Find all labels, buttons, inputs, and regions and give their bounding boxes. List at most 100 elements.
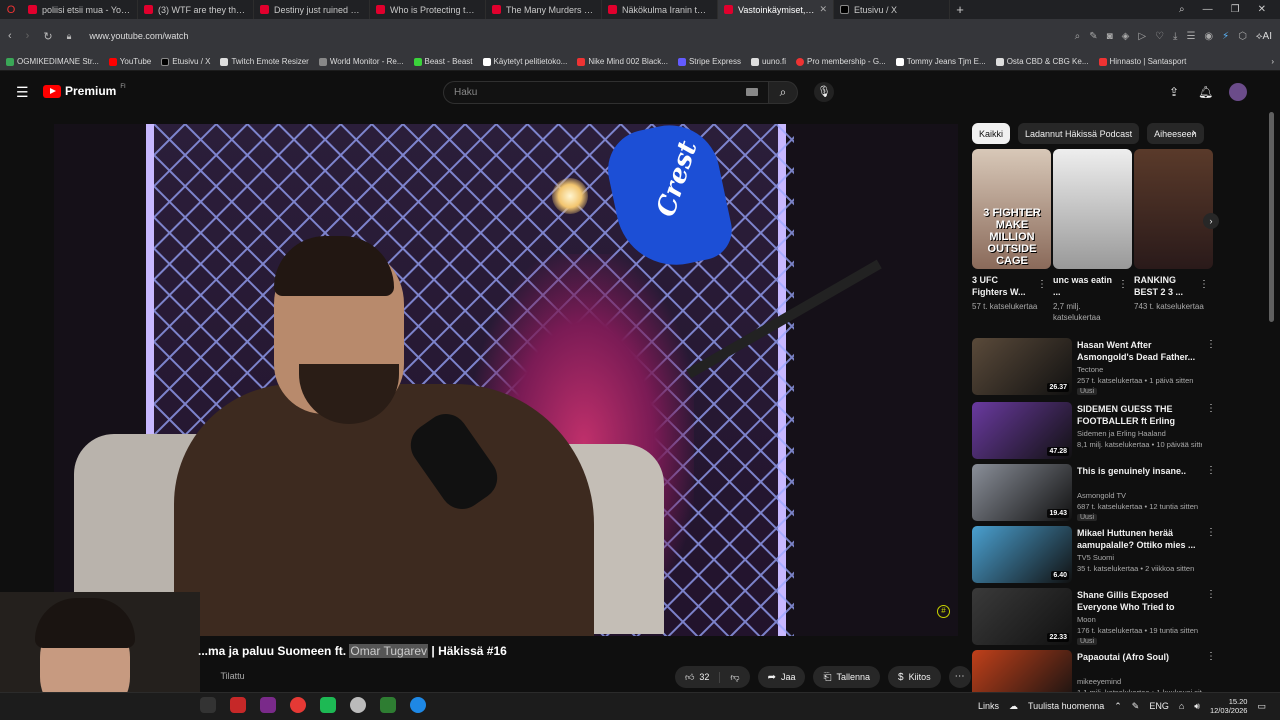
opera-icon[interactable] xyxy=(230,697,246,713)
browser-tab[interactable]: poliisi etsii mua - YouTube xyxy=(22,0,138,19)
profile-icon[interactable]: ◉ xyxy=(1204,31,1213,42)
recommendation-item[interactable]: 22.33 Shane Gillis Exposed Everyone Who … xyxy=(972,588,1216,646)
close-window-icon[interactable]: ✕ xyxy=(1258,4,1266,15)
video-menu-icon[interactable]: ⋮ xyxy=(1206,589,1216,600)
video-thumbnail[interactable]: 19.43 xyxy=(972,464,1072,521)
video-title[interactable]: Papaoutai (Afro Soul) xyxy=(1077,651,1199,663)
browser-tab-active[interactable]: Vastoinkäymiset, UFC ✕ xyxy=(718,0,834,19)
extension-icon[interactable]: ⚡︎ xyxy=(1222,31,1229,42)
short-menu-icon[interactable]: ⋮ xyxy=(1118,279,1128,290)
recommendation-item[interactable]: 6.40 Mikael Huttunen herää aamupalalle? … xyxy=(972,526,1216,584)
bookmark[interactable]: uuno.fi xyxy=(750,57,786,66)
ai-button[interactable]: ⟡AI xyxy=(1256,31,1272,42)
channel-watermark-icon[interactable]: # xyxy=(937,605,950,618)
bookmarks-more-icon[interactable]: › xyxy=(1271,57,1274,66)
back-icon[interactable]: ‹ xyxy=(8,30,12,42)
bookmark[interactable]: Osta CBD & CBG Ke... xyxy=(995,57,1089,66)
forward-icon[interactable]: › xyxy=(26,30,30,42)
browser-tab[interactable]: Destiny just ruined his ca xyxy=(254,0,370,19)
video-menu-icon[interactable]: ⋮ xyxy=(1206,527,1216,538)
search-input[interactable]: Haku xyxy=(443,81,769,104)
bookmark[interactable]: YouTube xyxy=(108,57,151,66)
short-thumbnail[interactable] xyxy=(1134,149,1213,269)
edit-icon[interactable]: ✎ xyxy=(1089,31,1097,42)
maximize-icon[interactable]: ❐ xyxy=(1231,4,1240,15)
video-menu-icon[interactable]: ⋮ xyxy=(1206,465,1216,476)
recommendation-item[interactable]: 19.43 This is genuinely insane.. Asmongo… xyxy=(972,464,1216,522)
play-app-icon[interactable] xyxy=(380,697,396,713)
video-menu-icon[interactable]: ⋮ xyxy=(1206,651,1216,662)
clock[interactable]: 15.20 12/03/2026 xyxy=(1210,697,1248,715)
close-icon[interactable]: ✕ xyxy=(819,4,827,15)
language-indicator[interactable]: ENG xyxy=(1149,701,1169,711)
camera-icon[interactable]: ◙ xyxy=(1107,31,1113,42)
reload-icon[interactable]: ↻ xyxy=(43,30,52,43)
chip-all[interactable]: Kaikki xyxy=(972,123,1011,144)
bookmark[interactable]: OGMIKEDIMANE Str... xyxy=(6,57,99,66)
short-menu-icon[interactable]: ⋮ xyxy=(1199,279,1209,290)
opera-logo-icon[interactable]: O xyxy=(0,4,22,16)
video-thumbnail[interactable]: 22.33 xyxy=(972,588,1072,645)
short-thumbnail[interactable]: 3 FIGHTER MAKE MILLION OUTSIDE CAGE xyxy=(972,149,1051,269)
subscribed-button[interactable]: Tilattu xyxy=(221,671,245,681)
notifications-bell-icon[interactable]: 🔔︎ xyxy=(1198,85,1213,99)
weather-icon[interactable]: ☁︎ xyxy=(1009,701,1018,712)
pen-icon[interactable]: ✎ xyxy=(1132,701,1140,712)
short-title[interactable]: unc was eatin ... xyxy=(1053,274,1115,298)
spotify-icon[interactable] xyxy=(320,697,336,713)
heart-icon[interactable]: ♡ xyxy=(1155,31,1164,42)
scrollbar[interactable] xyxy=(1269,112,1274,322)
menu-list-icon[interactable]: ☰ xyxy=(1186,31,1195,42)
new-tab-button[interactable]: + xyxy=(950,2,970,17)
network-icon[interactable]: ⌂ xyxy=(1179,701,1184,711)
channel-name[interactable]: Asmongold TV xyxy=(1077,491,1126,500)
play-icon[interactable]: ▷ xyxy=(1138,31,1146,42)
short-title[interactable]: 3 UFC Fighters W... xyxy=(972,274,1034,298)
shorts-next-icon[interactable]: › xyxy=(1203,213,1219,229)
cube-icon[interactable]: ⬡ xyxy=(1238,31,1247,42)
volume-icon[interactable]: 🔊︎ xyxy=(1194,701,1200,712)
bookmark[interactable]: Twitch Emote Resizer xyxy=(220,57,309,66)
bookmark[interactable]: Beast - Beast xyxy=(413,57,473,66)
edge-icon[interactable] xyxy=(410,697,426,713)
channel-name[interactable]: Sidemen ja Erling Haaland xyxy=(1077,429,1166,438)
video-menu-icon[interactable]: ⋮ xyxy=(1206,339,1216,350)
weather-text[interactable]: Tuulista huomenna xyxy=(1028,701,1104,711)
video-title[interactable]: Shane Gillis Exposed Everyone Who Tried … xyxy=(1077,589,1199,613)
browser-tab[interactable]: Etusivu / X xyxy=(834,0,950,19)
bookmark[interactable]: Nike Mind 002 Black... xyxy=(577,57,668,66)
bookmark[interactable]: Tommy Jeans Tjm E... xyxy=(895,57,986,66)
notification-center-icon[interactable]: ▭ xyxy=(1257,701,1266,712)
shield-icon[interactable]: ◈ xyxy=(1122,31,1130,42)
recommendation-item[interactable]: 47.28 SIDEMEN GUESS THE FOOTBALLER ft Er… xyxy=(972,402,1216,460)
links-toolbar[interactable]: Links xyxy=(978,701,999,711)
bookmark[interactable]: Käytetyt pelitietoko... xyxy=(482,57,567,66)
hamburger-menu-icon[interactable]: ☰ xyxy=(16,84,29,101)
recommendation-item[interactable]: 26.37 Hasan Went After Asmongold's Dead … xyxy=(972,338,1216,396)
voice-search-button[interactable]: 🎙︎ xyxy=(814,82,834,102)
short-menu-icon[interactable]: ⋮ xyxy=(1037,279,1047,290)
channel-name[interactable]: mikeeyemind xyxy=(1077,677,1121,686)
browser-tab[interactable]: (3) WTF are they thinking? xyxy=(138,0,254,19)
chevron-up-icon[interactable]: ⌃ xyxy=(1114,701,1122,712)
video-thumbnail[interactable]: 47.28 xyxy=(972,402,1072,459)
thanks-button[interactable]: $ Kiitos xyxy=(888,666,941,688)
url-field[interactable]: www.youtube.com/watch xyxy=(89,31,188,41)
avatar[interactable] xyxy=(1229,83,1247,101)
more-actions-icon[interactable]: ⋯ xyxy=(948,666,971,688)
app-icon[interactable] xyxy=(260,697,276,713)
channel-avatar[interactable] xyxy=(178,671,181,681)
like-button[interactable]: 👍︎ 32 xyxy=(675,671,721,683)
chip-uploaded-by[interactable]: Ladannut Häkissä Podcast xyxy=(1018,123,1140,144)
search-icon[interactable]: ⌕ xyxy=(1075,31,1081,42)
video-thumbnail[interactable]: 26.37 xyxy=(972,338,1072,395)
share-button[interactable]: ➦ Jaa xyxy=(757,666,806,688)
bookmark[interactable]: Etusivu / X xyxy=(161,57,210,66)
browser-tab[interactable]: Who is Protecting the Jeff xyxy=(370,0,486,19)
download-icon[interactable]: ⤓ xyxy=(1173,31,1177,42)
browser-tab[interactable]: The Many Murders of Jeffr xyxy=(486,0,602,19)
channel-name[interactable]: Moon xyxy=(1077,615,1096,624)
upload-icon[interactable]: ⇪ xyxy=(1169,85,1179,99)
video-title[interactable]: Hasan Went After Asmongold's Dead Father… xyxy=(1077,339,1199,363)
video-title[interactable]: Mikael Huttunen herää aamupalalle? Ottik… xyxy=(1077,527,1199,551)
